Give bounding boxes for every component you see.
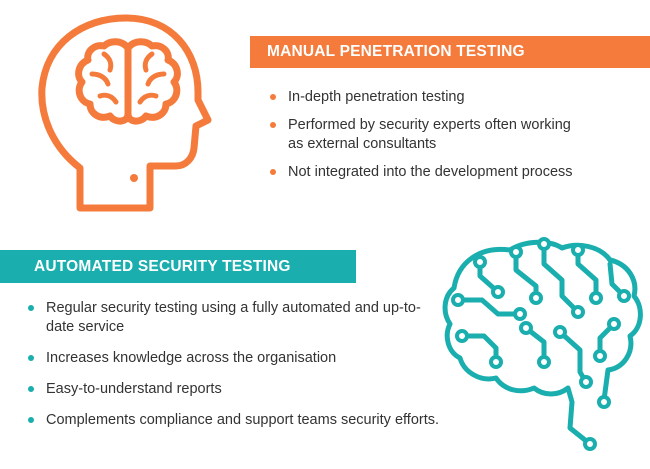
automated-testing-banner: AUTOMATED SECURITY TESTING <box>0 250 356 283</box>
list-item: Regular security testing using a fully a… <box>24 299 446 337</box>
bullet-dot <box>28 305 34 311</box>
bullet-dot <box>270 94 276 100</box>
bullet-dot <box>28 355 34 361</box>
list-item-text: Not integrated into the development proc… <box>288 164 573 180</box>
bullet-dot <box>270 169 276 175</box>
bullet-dot <box>28 386 34 392</box>
manual-testing-banner: MANUAL PENETRATION TESTING <box>250 36 650 68</box>
circuit-brain-icon <box>442 237 643 451</box>
list-item: Not integrated into the development proc… <box>266 163 650 182</box>
manual-testing-title: MANUAL PENETRATION TESTING <box>267 43 525 60</box>
automated-testing-title: AUTOMATED SECURITY TESTING <box>34 258 291 275</box>
manual-testing-list: In-depth penetration testing Performed b… <box>266 88 650 182</box>
list-item: In-depth penetration testing <box>266 88 650 107</box>
head-brain-icon <box>38 14 212 212</box>
list-item: Performed by security experts often work… <box>266 116 578 154</box>
bullet-dot <box>270 122 276 128</box>
list-item-text: Easy-to-understand reports <box>46 381 222 397</box>
bullet-dot <box>28 417 34 423</box>
list-item-text: Regular security testing using a fully a… <box>46 300 421 335</box>
list-item-text: Complements compliance and support teams… <box>46 412 440 428</box>
list-item-text: Increases knowledge across the organisat… <box>46 350 337 366</box>
list-item-text: In-depth penetration testing <box>288 89 465 105</box>
list-item-text: Performed by security experts often work… <box>288 117 571 152</box>
